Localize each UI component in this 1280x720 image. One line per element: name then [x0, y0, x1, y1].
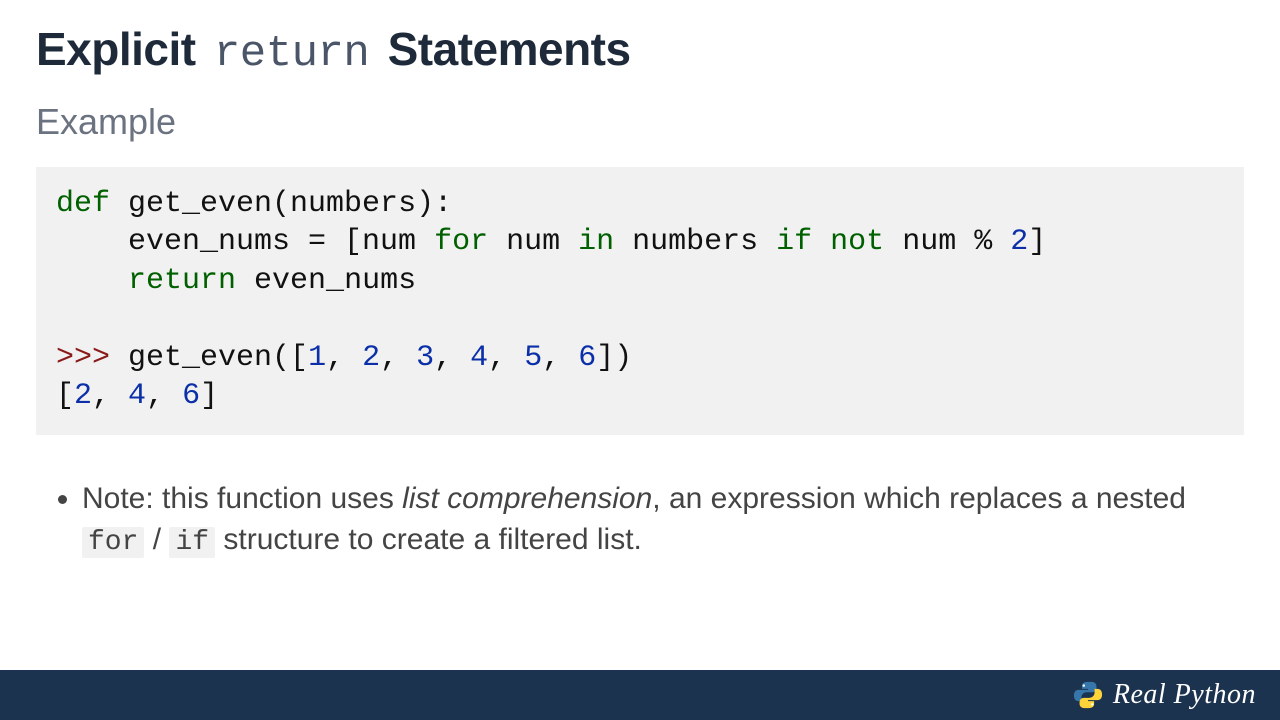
code-text: [812, 225, 830, 259]
code-number: 4: [128, 379, 146, 413]
code-number: 2: [74, 379, 92, 413]
code-number: 2: [362, 341, 380, 375]
code-kw-return: return: [128, 264, 236, 298]
code-text: even_nums = [num: [56, 225, 434, 259]
code-text: ,: [434, 341, 470, 375]
code-text: ,: [542, 341, 578, 375]
note-code-if: if: [169, 527, 215, 558]
code-number: 5: [524, 341, 542, 375]
note-text: Note: this function uses: [82, 482, 402, 515]
code-text: ]: [200, 379, 218, 413]
code-text: ]: [1028, 225, 1046, 259]
code-kw-in: in: [578, 225, 614, 259]
slide-subtitle: Example: [36, 101, 1244, 143]
code-kw-for: for: [434, 225, 488, 259]
slide: Explicit return Statements Example def g…: [0, 0, 1280, 720]
code-text: ,: [146, 379, 182, 413]
code-text: numbers: [614, 225, 776, 259]
code-number: 2: [1010, 225, 1028, 259]
code-text: ]): [596, 341, 632, 375]
code-text: num: [488, 225, 578, 259]
slide-content: Explicit return Statements Example def g…: [0, 0, 1280, 562]
title-pre: Explicit: [36, 23, 196, 75]
code-number: 6: [578, 341, 596, 375]
code-text: ,: [380, 341, 416, 375]
note-text: , an expression which replaces a nested: [652, 482, 1186, 515]
title-post: Statements: [388, 23, 631, 75]
note-item: Note: this function uses list comprehens…: [82, 479, 1244, 561]
note-text: structure to create a filtered list.: [215, 523, 642, 556]
code-text: ,: [488, 341, 524, 375]
code-text: [56, 264, 128, 298]
note-emphasis: list comprehension: [402, 482, 652, 515]
code-text: ,: [326, 341, 362, 375]
brand: Real Python: [1073, 679, 1256, 711]
code-text: ,: [92, 379, 128, 413]
brand-text: Real Python: [1113, 679, 1256, 711]
code-number: 3: [416, 341, 434, 375]
code-kw-not: not: [830, 225, 884, 259]
title-keyword: return: [208, 29, 375, 79]
code-text: num %: [884, 225, 1010, 259]
code-block: def get_even(numbers): even_nums = [num …: [36, 167, 1244, 435]
code-number: 1: [308, 341, 326, 375]
code-number: 4: [470, 341, 488, 375]
slide-title: Explicit return Statements: [36, 22, 1244, 79]
code-text: get_even(numbers):: [110, 187, 452, 221]
note-code-for: for: [82, 527, 144, 558]
code-number: 6: [182, 379, 200, 413]
code-text: get_even([: [110, 341, 308, 375]
code-repl-prompt: >>>: [56, 341, 110, 375]
code-kw-def: def: [56, 187, 110, 221]
code-kw-if: if: [776, 225, 812, 259]
code-text: [: [56, 379, 74, 413]
note-list: Note: this function uses list comprehens…: [82, 479, 1244, 561]
note-text: /: [144, 523, 169, 556]
footer-bar: Real Python: [0, 670, 1280, 720]
code-text: even_nums: [236, 264, 416, 298]
python-logo-icon: [1073, 680, 1103, 710]
